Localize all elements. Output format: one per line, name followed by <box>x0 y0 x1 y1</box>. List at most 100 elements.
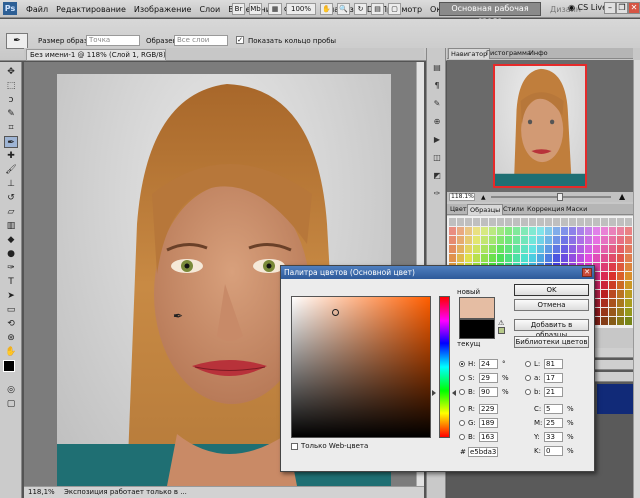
swatch-cell[interactable] <box>537 227 544 235</box>
tab-adjustments[interactable]: Коррекция <box>525 204 566 215</box>
h-input[interactable]: 24 <box>479 359 498 369</box>
navigator-zoom-slider[interactable] <box>491 196 611 198</box>
swatch-cell[interactable] <box>505 227 512 235</box>
swatch-cell[interactable] <box>481 245 488 253</box>
swatch-cell[interactable] <box>609 290 616 298</box>
swatch-cell[interactable] <box>553 245 560 253</box>
gamut-warning-icon[interactable]: ⚠ <box>498 319 504 327</box>
swatch-cell[interactable] <box>609 227 616 235</box>
swatch-cell[interactable] <box>473 236 480 244</box>
radio-l[interactable] <box>525 361 531 367</box>
swatch-cell[interactable] <box>553 254 560 262</box>
arrange-docs-icon[interactable]: ▤ <box>371 3 384 15</box>
swatch-cell[interactable] <box>561 218 568 226</box>
swatch-cell[interactable] <box>609 308 616 316</box>
swatch-cell[interactable] <box>617 263 624 271</box>
restore-icon[interactable]: ❐ <box>616 2 628 14</box>
swatch-cell[interactable] <box>545 254 552 262</box>
layers-panel-icon[interactable]: ◫ <box>431 152 443 164</box>
swatch-cell[interactable] <box>457 236 464 244</box>
swatch-cell[interactable] <box>561 245 568 253</box>
pen-tool-icon[interactable]: ✑ <box>4 262 18 274</box>
cancel-button[interactable]: Отмена <box>514 299 589 311</box>
extras-icon[interactable]: ▦ <box>268 3 282 15</box>
zoom-icon[interactable]: 🔍 <box>337 3 350 15</box>
swatch-cell[interactable] <box>585 227 592 235</box>
swatch-cell[interactable] <box>545 227 552 235</box>
swatch-cell[interactable] <box>601 218 608 226</box>
swatch-cell[interactable] <box>457 245 464 253</box>
swatch-cell[interactable] <box>529 236 536 244</box>
marquee-tool-icon[interactable]: ⬚ <box>4 80 18 92</box>
history-panel-icon[interactable]: ▤ <box>431 62 443 74</box>
swatch-cell[interactable] <box>465 236 472 244</box>
swatch-cell[interactable] <box>585 236 592 244</box>
swatch-cell[interactable] <box>569 245 576 253</box>
swatch-cell[interactable] <box>537 254 544 262</box>
screen-mode-tool-icon[interactable]: ▢ <box>4 398 18 410</box>
swatch-cell[interactable] <box>513 245 520 253</box>
actions-panel-icon[interactable]: ▶ <box>431 134 443 146</box>
swatch-cell[interactable] <box>601 272 608 280</box>
zoom-out-icon[interactable]: ▲ <box>481 194 486 201</box>
swatch-cell[interactable] <box>497 218 504 226</box>
swatch-cell[interactable] <box>617 281 624 289</box>
swatch-cell[interactable] <box>569 227 576 235</box>
tool-preset-picker[interactable]: ✒ <box>6 33 28 49</box>
swatch-cell[interactable] <box>465 254 472 262</box>
swatch-cell[interactable] <box>449 236 456 244</box>
swatch-cell[interactable] <box>569 254 576 262</box>
swatch-cell[interactable] <box>625 281 632 289</box>
swatch-cell[interactable] <box>609 272 616 280</box>
clone-stamp-tool-icon[interactable]: ⊥ <box>4 178 18 190</box>
swatch-cell[interactable] <box>625 290 632 298</box>
shape-tool-icon[interactable]: ▭ <box>4 304 18 316</box>
swatch-cell[interactable] <box>481 218 488 226</box>
swatch-cell[interactable] <box>505 245 512 253</box>
swatch-cell[interactable] <box>617 236 624 244</box>
healing-brush-tool-icon[interactable]: ✚ <box>4 150 18 162</box>
current-color-swatch[interactable] <box>459 319 495 339</box>
swatch-cell[interactable] <box>521 218 528 226</box>
swatch-cell[interactable] <box>473 254 480 262</box>
swatch-cell[interactable] <box>505 254 512 262</box>
clone-source-panel-icon[interactable]: ⊕ <box>431 116 443 128</box>
layer-thumbnail[interactable] <box>597 384 633 414</box>
swatch-cell[interactable] <box>617 317 624 325</box>
web-safe-cube-icon[interactable] <box>498 327 505 334</box>
rotate-view-icon[interactable]: ↻ <box>354 3 367 15</box>
lab-b-input[interactable]: 21 <box>544 387 563 397</box>
swatch-cell[interactable] <box>489 227 496 235</box>
swatch-cell[interactable] <box>473 245 480 253</box>
close-icon[interactable]: ✕ <box>628 2 640 14</box>
swatch-cell[interactable] <box>569 218 576 226</box>
swatch-cell[interactable] <box>489 236 496 244</box>
radio-a[interactable] <box>525 375 531 381</box>
zoom-in-icon[interactable]: ▲ <box>619 192 625 201</box>
swatch-cell[interactable] <box>593 245 600 253</box>
swatch-cell[interactable] <box>505 236 512 244</box>
paragraph-panel-icon[interactable]: ¶ <box>431 80 443 92</box>
menu-item-3[interactable]: Слои <box>195 5 224 14</box>
menu-item-8[interactable]: Просмотр <box>377 5 426 14</box>
color-libraries-button[interactable]: Библиотеки цветов <box>514 336 589 348</box>
radio-s[interactable] <box>459 375 465 381</box>
color-field[interactable] <box>291 296 431 438</box>
blue-input[interactable]: 163 <box>479 432 498 442</box>
menu-item-2[interactable]: Изображение <box>130 5 196 14</box>
swatch-cell[interactable] <box>609 263 616 271</box>
brush-panel-icon[interactable]: ✎ <box>431 98 443 110</box>
swatch-cell[interactable] <box>609 218 616 226</box>
crop-tool-icon[interactable]: ⌗ <box>4 122 18 134</box>
swatch-cell[interactable] <box>617 227 624 235</box>
gradient-tool-icon[interactable]: ▥ <box>4 220 18 232</box>
swatch-cell[interactable] <box>609 254 616 262</box>
swatch-cell[interactable] <box>497 236 504 244</box>
radio-r[interactable] <box>459 406 465 412</box>
swatch-cell[interactable] <box>545 236 552 244</box>
r-input[interactable]: 229 <box>479 404 498 414</box>
hex-input[interactable]: e5bda3 <box>468 447 498 457</box>
swatch-cell[interactable] <box>481 236 488 244</box>
swatch-cell[interactable] <box>601 308 608 316</box>
swatch-cell[interactable] <box>577 218 584 226</box>
